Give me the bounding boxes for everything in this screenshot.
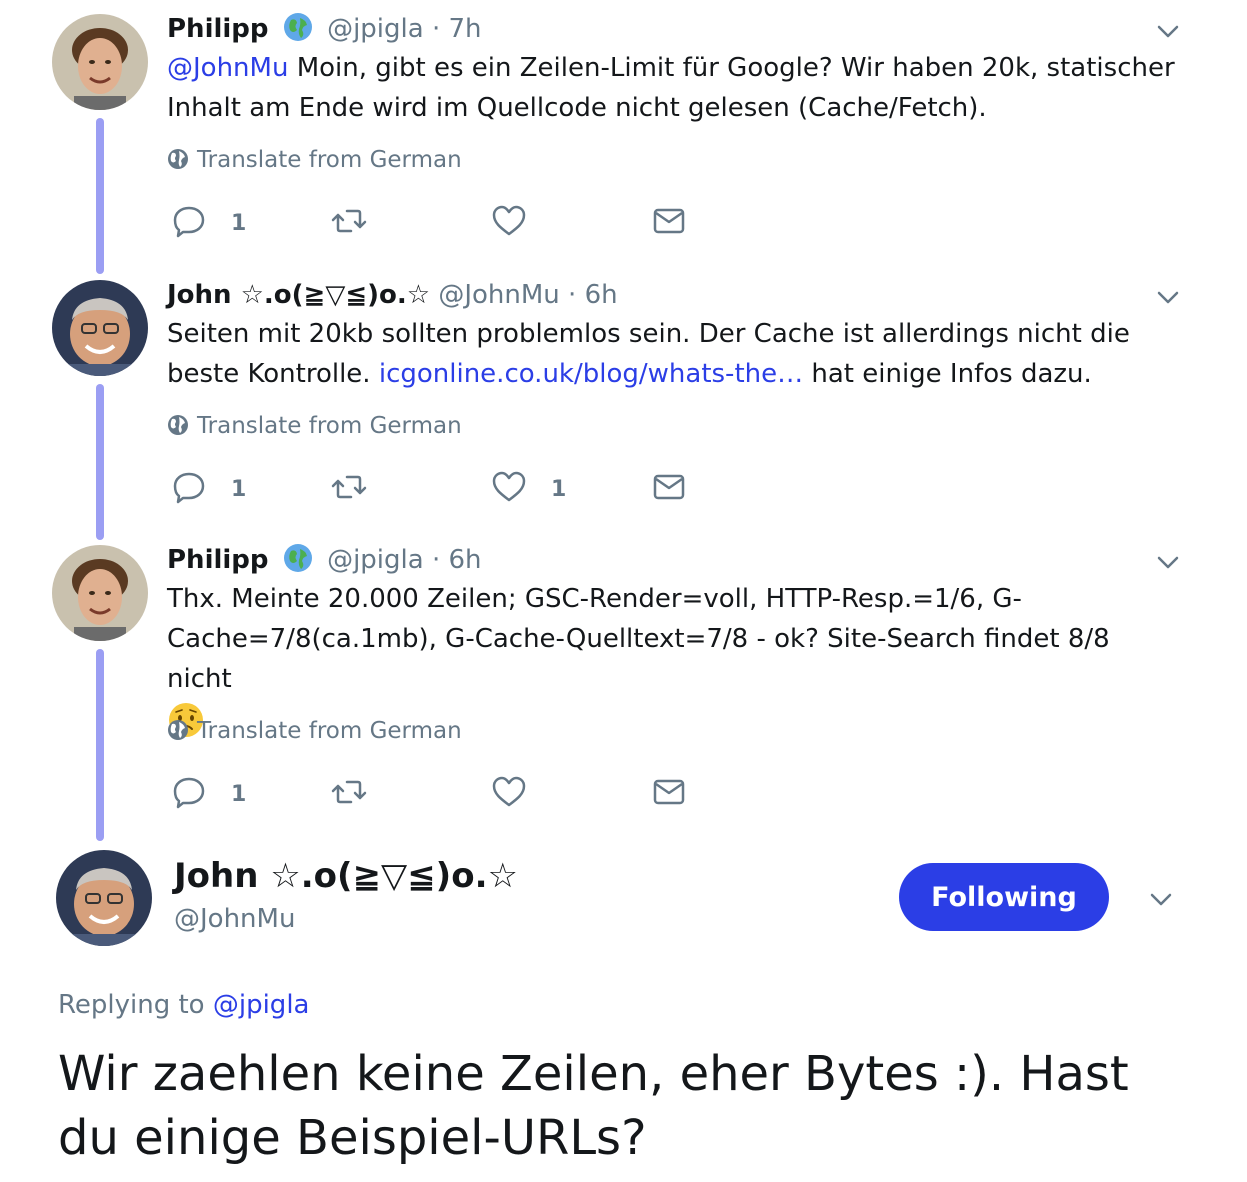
- tweet-timestamp[interactable]: 6h: [585, 280, 618, 310]
- main-author-handle[interactable]: @JohnMu: [174, 902, 295, 936]
- mention-link[interactable]: @JohnMu: [167, 53, 288, 83]
- reply-icon: [173, 472, 205, 504]
- avatar-philipp[interactable]: [52, 14, 148, 110]
- direct-message-icon: [653, 474, 685, 500]
- translate-label: Translate from German: [197, 147, 462, 173]
- globe-emoji-icon: [283, 12, 313, 42]
- author-handle[interactable]: @jpigla: [327, 545, 424, 575]
- avatar-johnmu[interactable]: [52, 280, 148, 376]
- like-icon: [492, 776, 526, 807]
- tweet-header: Philipp @jpigla · 6h: [167, 543, 482, 577]
- separator-dot: ·: [431, 545, 441, 575]
- reply-icon: [173, 777, 205, 809]
- retweet-icon: [331, 209, 367, 233]
- thread-tweet-3[interactable]: Philipp @jpigla · 6h Thx. Meinte 20.000 …: [0, 531, 1247, 846]
- tweet-timestamp[interactable]: 7h: [448, 14, 481, 44]
- replying-to: Replying to @jpigla: [58, 988, 309, 1022]
- tweet-text: Seiten mit 20kb sollten problemlos sein.…: [167, 314, 1177, 394]
- tweet-text-segment: Moin, gibt es ein Zeilen-Limit für Googl…: [167, 53, 1175, 123]
- like-button[interactable]: 1: [491, 469, 566, 509]
- globe-icon: [168, 415, 188, 435]
- chevron-down-icon[interactable]: [1147, 885, 1175, 913]
- like-button[interactable]: [491, 774, 527, 814]
- avatar-johnmu[interactable]: [56, 850, 152, 946]
- direct-message-button[interactable]: [651, 469, 687, 509]
- following-button[interactable]: Following: [899, 863, 1109, 931]
- translate-button[interactable]: Translate from German: [167, 145, 462, 175]
- globe-emoji-icon: [283, 543, 313, 573]
- tweet-header: Philipp @jpigla · 7h: [167, 12, 482, 46]
- like-button[interactable]: [491, 203, 527, 243]
- chevron-down-icon[interactable]: [1155, 549, 1181, 575]
- reply-button[interactable]: 1: [171, 774, 246, 814]
- tweet-header: John ☆.o(≧▽≦)o.☆ @JohnMu · 6h: [167, 278, 618, 312]
- replying-to-link[interactable]: @jpigla: [213, 990, 310, 1020]
- direct-message-icon: [653, 779, 685, 805]
- author-name[interactable]: Philipp: [167, 545, 269, 575]
- translate-button[interactable]: Translate from German: [167, 716, 462, 746]
- retweet-button[interactable]: [331, 469, 367, 509]
- avatar-philipp[interactable]: [52, 545, 148, 641]
- author-name[interactable]: Philipp: [167, 14, 269, 44]
- author-name[interactable]: John ☆.o(≧▽≦)o.☆: [167, 280, 430, 310]
- tweet-text: @JohnMu Moin, gibt es ein Zeilen-Limit f…: [167, 48, 1177, 128]
- translate-label: Translate from German: [197, 413, 462, 439]
- separator-dot: ·: [568, 280, 577, 310]
- direct-message-icon: [653, 208, 685, 234]
- chevron-down-icon[interactable]: [1155, 18, 1181, 44]
- reply-button[interactable]: 1: [171, 469, 246, 509]
- direct-message-button[interactable]: [651, 774, 687, 814]
- author-handle[interactable]: @JohnMu: [438, 280, 559, 310]
- reply-count: 1: [231, 211, 247, 236]
- replying-prefix: Replying to: [58, 990, 205, 1020]
- thread-connector-line: [96, 384, 104, 540]
- reply-icon: [173, 206, 205, 238]
- thread-connector-line: [96, 118, 104, 274]
- retweet-icon: [331, 780, 367, 804]
- like-icon: [492, 205, 526, 236]
- globe-icon: [168, 720, 188, 740]
- globe-icon: [168, 149, 188, 169]
- author-handle[interactable]: @jpigla: [327, 14, 424, 44]
- direct-message-button[interactable]: [651, 203, 687, 243]
- reply-count: 1: [231, 477, 247, 502]
- main-author-name[interactable]: John ☆.o(≧▽≦)o.☆: [174, 856, 518, 896]
- like-count: 1: [551, 477, 567, 502]
- like-icon: [492, 471, 526, 502]
- separator-dot: ·: [431, 14, 441, 44]
- tweet-text: Thx. Meinte 20.000 Zeilen; GSC-Render=vo…: [167, 579, 1177, 739]
- thread-tweet-2[interactable]: John ☆.o(≧▽≦)o.☆ @JohnMu · 6h Seiten mit…: [0, 266, 1247, 546]
- thread-tweet-1[interactable]: Philipp @jpigla · 7h @JohnMu Moin, gibt …: [0, 0, 1247, 280]
- tweet-timestamp[interactable]: 6h: [448, 545, 481, 575]
- tweet-text-segment: Thx. Meinte 20.000 Zeilen; GSC-Render=vo…: [167, 584, 1110, 694]
- retweet-button[interactable]: [331, 774, 367, 814]
- chevron-down-icon[interactable]: [1155, 284, 1181, 310]
- tweet-text-segment: hat einige Infos dazu.: [803, 359, 1092, 389]
- translate-button[interactable]: Translate from German: [167, 411, 462, 441]
- retweet-button[interactable]: [331, 203, 367, 243]
- reply-count: 1: [231, 782, 247, 807]
- main-tweet-text: Wir zaehlen keine Zeilen, eher Bytes :).…: [58, 1046, 1129, 1166]
- url-link[interactable]: icgonline.co.uk/blog/whats-the…: [379, 359, 803, 389]
- reply-button[interactable]: 1: [171, 203, 246, 243]
- retweet-icon: [331, 475, 367, 499]
- translate-label: Translate from German: [197, 718, 462, 744]
- thread-connector-line: [96, 649, 104, 841]
